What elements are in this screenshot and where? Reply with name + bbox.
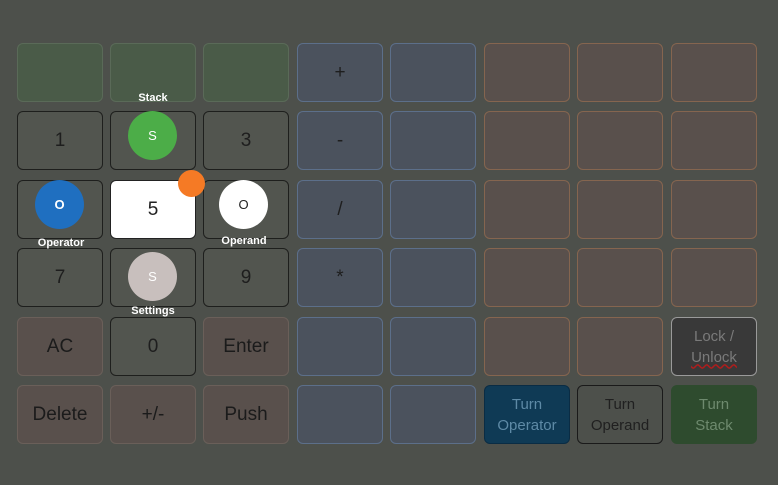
multiply-button[interactable]: *	[297, 248, 383, 307]
grid-cell-r2c8[interactable]	[671, 111, 757, 170]
grid-cell-r1c7[interactable]	[577, 43, 663, 102]
grid-cell-r3c7[interactable]	[577, 180, 663, 239]
digit-7-button[interactable]: 7	[17, 248, 103, 307]
digit-9-button[interactable]: 9	[203, 248, 289, 307]
minus-button[interactable]: -	[297, 111, 383, 170]
operand-token[interactable]: O	[219, 180, 268, 229]
turn-operand-line1: Turn	[604, 395, 636, 413]
operator-token[interactable]: O	[35, 180, 84, 229]
lock-label-line1: Lock /	[693, 327, 735, 345]
grid-cell-r6c4[interactable]	[297, 385, 383, 444]
game-board: + 1 3 - 5 / 7 9 * AC 0 Enter Lock / Unlo…	[0, 0, 778, 485]
operand-token-label: Operand	[221, 235, 267, 247]
lock-unlock-button[interactable]: Lock / Unlock	[671, 317, 757, 376]
grid-cell-r5c4[interactable]	[297, 317, 383, 376]
divide-button[interactable]: /	[297, 180, 383, 239]
grid-cell-r4c5[interactable]	[390, 248, 476, 307]
grid-cell-r1c3[interactable]	[203, 43, 289, 102]
grid-cell-r3c5[interactable]	[390, 180, 476, 239]
turn-operand-button[interactable]: Turn Operand	[577, 385, 663, 444]
grid-cell-r2c5[interactable]	[390, 111, 476, 170]
grid-cell-r4c7[interactable]	[577, 248, 663, 307]
digit-1-button[interactable]: 1	[17, 111, 103, 170]
turn-operator-line2: Operator	[497, 416, 557, 434]
grid-cell-r4c8[interactable]	[671, 248, 757, 307]
grid-cell-r1c5[interactable]	[390, 43, 476, 102]
grid-cell-r1c6[interactable]	[484, 43, 570, 102]
digit-3-button[interactable]: 3	[203, 111, 289, 170]
grid-cell-r2c7[interactable]	[577, 111, 663, 170]
digit-0-button[interactable]: 0	[110, 317, 196, 376]
turn-operand-line2: Operand	[590, 416, 650, 434]
turn-stack-button[interactable]: Turn Stack	[671, 385, 757, 444]
turn-stack-line1: Turn	[698, 395, 730, 413]
grid-cell-r1c8[interactable]	[671, 43, 757, 102]
grid-cell-r5c7[interactable]	[577, 317, 663, 376]
turn-operator-line1: Turn	[511, 395, 543, 413]
grid-cell-r6c5[interactable]	[390, 385, 476, 444]
settings-token-label: Settings	[131, 305, 175, 317]
grid-cell-r4c6[interactable]	[484, 248, 570, 307]
operator-token-label: Operator	[37, 237, 85, 249]
cursor-marker[interactable]	[178, 170, 205, 197]
push-button[interactable]: Push	[203, 385, 289, 444]
grid-cell-r2c6[interactable]	[484, 111, 570, 170]
settings-token[interactable]: S	[128, 252, 177, 301]
turn-operator-button[interactable]: Turn Operator	[484, 385, 570, 444]
lock-label-line2: Unlock	[691, 348, 737, 366]
clear-all-button[interactable]: AC	[17, 317, 103, 376]
plus-button[interactable]: +	[297, 43, 383, 102]
enter-button[interactable]: Enter	[203, 317, 289, 376]
grid-cell-r3c8[interactable]	[671, 180, 757, 239]
negate-button[interactable]: +/-	[110, 385, 196, 444]
grid-cell-r5c6[interactable]	[484, 317, 570, 376]
grid-cell-r5c5[interactable]	[390, 317, 476, 376]
stack-token[interactable]: S	[128, 111, 177, 160]
grid-cell-r3c6[interactable]	[484, 180, 570, 239]
stack-token-label: Stack	[138, 92, 168, 104]
grid-cell-r1c1[interactable]	[17, 43, 103, 102]
turn-stack-line2: Stack	[695, 416, 733, 434]
delete-button[interactable]: Delete	[17, 385, 103, 444]
